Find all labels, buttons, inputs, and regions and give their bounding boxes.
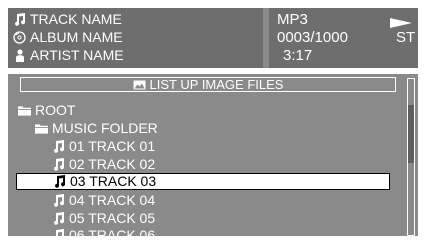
image-icon bbox=[133, 78, 146, 92]
track-info-panel: TRACK NAME ALBUM NAME ARTIST NAME bbox=[8, 8, 263, 68]
list-item-track-02[interactable]: 02 TRACK 02 bbox=[52, 156, 155, 173]
music-note-icon bbox=[52, 140, 65, 154]
folder-label-root: ROOT bbox=[35, 102, 76, 118]
folder-item-root[interactable]: ROOT bbox=[18, 102, 75, 119]
elapsed-time: 3:17 bbox=[283, 47, 313, 64]
playback-status-panel: MP3 0003/1000 ST 3:17 bbox=[269, 8, 418, 68]
track-label: 04 TRACK 04 bbox=[69, 192, 156, 208]
list-item-track-05[interactable]: 05 TRACK 05 bbox=[52, 210, 155, 227]
person-icon bbox=[13, 48, 26, 62]
artist-name-label: ARTIST NAME bbox=[30, 47, 124, 63]
track-label: 01 TRACK 01 bbox=[69, 138, 156, 154]
track-label: 06 TRACK 06 bbox=[69, 227, 156, 243]
folder-icon bbox=[18, 104, 31, 118]
music-note-icon bbox=[52, 194, 65, 208]
music-note-icon bbox=[52, 212, 65, 226]
list-item-track-04[interactable]: 04 TRACK 04 bbox=[52, 192, 155, 209]
track-counter: 0003/1000 bbox=[277, 29, 348, 46]
track-name-row: TRACK NAME bbox=[13, 10, 122, 28]
music-note-icon bbox=[13, 12, 26, 26]
list-item-track-03-selected[interactable]: 03 TRACK 03 bbox=[16, 173, 390, 190]
folder-icon bbox=[35, 122, 48, 136]
artist-name-row: ARTIST NAME bbox=[13, 46, 124, 64]
track-label: 02 TRACK 02 bbox=[69, 156, 156, 172]
music-note-icon bbox=[53, 175, 66, 189]
album-name-row: ALBUM NAME bbox=[13, 28, 123, 46]
folder-item-music[interactable]: MUSIC FOLDER bbox=[35, 120, 158, 137]
music-note-icon bbox=[52, 229, 65, 243]
list-title-label: LIST UP IMAGE FILES bbox=[149, 77, 284, 92]
track-label: 05 TRACK 05 bbox=[69, 210, 156, 226]
scrollbar-thumb[interactable] bbox=[408, 105, 414, 163]
track-name-label: TRACK NAME bbox=[30, 11, 122, 27]
disc-icon bbox=[13, 30, 26, 44]
scrollbar[interactable] bbox=[407, 78, 415, 236]
album-name-label: ALBUM NAME bbox=[30, 29, 123, 45]
format-label: MP3 bbox=[277, 11, 308, 28]
list-up-image-files-button[interactable]: LIST UP IMAGE FILES bbox=[20, 77, 396, 92]
track-label: 03 TRACK 03 bbox=[70, 173, 157, 189]
stereo-indicator: ST bbox=[396, 29, 416, 46]
music-note-icon bbox=[52, 158, 65, 172]
list-item-track-06[interactable]: 06 TRACK 06 bbox=[52, 227, 155, 244]
list-item-track-01[interactable]: 01 TRACK 01 bbox=[52, 138, 155, 155]
player-screen: TRACK NAME ALBUM NAME ARTIST NAME MP3 00… bbox=[8, 8, 418, 243]
file-list: LIST UP IMAGE FILES ROOT MUSIC FOLDER 01… bbox=[8, 74, 418, 243]
folder-label-music: MUSIC FOLDER bbox=[52, 120, 158, 136]
